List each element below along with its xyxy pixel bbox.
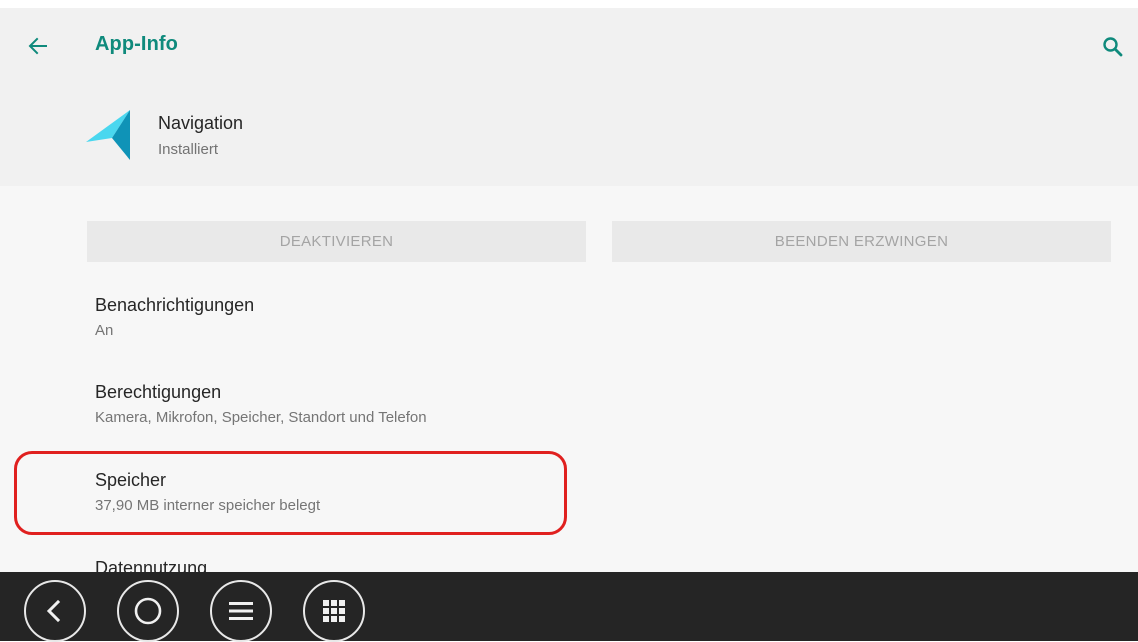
pref-storage[interactable]: Speicher 37,90 MB interner speicher bele… <box>95 469 320 516</box>
menu-icon <box>229 602 253 620</box>
nav-menu-button[interactable] <box>210 580 272 642</box>
page-title: App-Info <box>95 33 178 55</box>
apps-grid-icon <box>323 600 345 622</box>
app-info-content: DEAKTIVIEREN BEENDEN ERZWINGEN Benachric… <box>0 186 1138 572</box>
search-button[interactable] <box>1096 30 1130 64</box>
back-icon <box>46 599 61 623</box>
home-icon <box>134 597 162 625</box>
navigation-arrow-icon <box>86 110 130 160</box>
nav-apps-button[interactable] <box>303 580 365 642</box>
search-icon <box>1103 37 1123 57</box>
pref-summary: 37,90 MB interner speicher belegt <box>95 497 321 514</box>
pref-title: Berechtigungen <box>95 382 222 402</box>
pref-summary: An <box>95 322 114 339</box>
nav-back-button[interactable] <box>24 580 86 642</box>
pref-title: Datennutzung <box>95 558 208 572</box>
navigation-bar <box>0 572 1138 642</box>
back-button[interactable] <box>22 30 54 62</box>
pref-data-usage[interactable]: Datennutzung <box>95 557 207 572</box>
pref-notifications[interactable]: Benachrichtigungen An <box>95 294 254 341</box>
pref-title: Benachrichtigungen <box>95 295 255 315</box>
force-stop-button[interactable]: BEENDEN ERZWINGEN <box>612 221 1111 262</box>
arrow-left-icon <box>28 37 47 55</box>
deactivate-button[interactable]: DEAKTIVIEREN <box>87 221 586 262</box>
app-name: Navigation <box>158 113 244 133</box>
app-header: App-Info Navigation Installiert <box>0 8 1138 186</box>
pref-permissions[interactable]: Berechtigungen Kamera, Mikrofon, Speiche… <box>95 381 427 428</box>
nav-home-button[interactable] <box>117 580 179 642</box>
pref-summary: Kamera, Mikrofon, Speicher, Standort und… <box>95 409 427 426</box>
pref-title: Speicher <box>95 470 167 490</box>
app-status: Installiert <box>158 141 219 158</box>
